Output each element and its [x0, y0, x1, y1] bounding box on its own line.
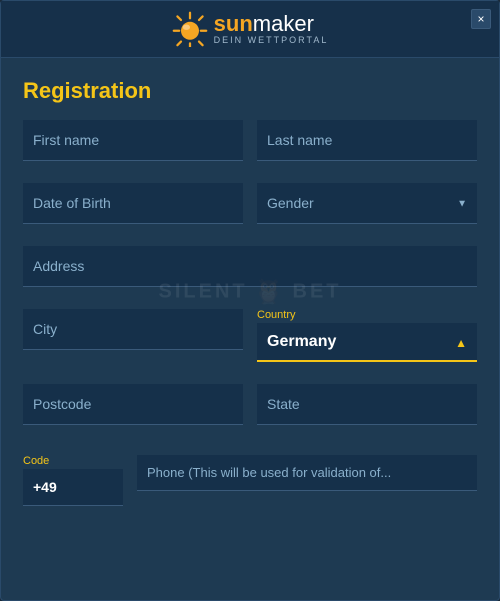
phone-row: Code +49	[23, 455, 477, 506]
modal-body: Registration Gender Male Female ▼	[1, 58, 499, 526]
modal-header: sunmaker DEIN WETTPORTAL ×	[1, 1, 499, 58]
page-title: Registration	[23, 78, 477, 104]
city-country-row: Country Germany France Austria Switzerla…	[23, 309, 477, 362]
country-label: Country	[257, 309, 477, 321]
country-select-wrapper: Germany France Austria Switzerland ▲	[257, 323, 477, 362]
country-select[interactable]: Germany France Austria Switzerland	[257, 323, 477, 362]
code-group: Code +49	[23, 455, 123, 506]
code-label: Code	[23, 455, 123, 467]
sun-icon	[172, 11, 208, 47]
brand-sun: sun	[214, 11, 253, 36]
close-button[interactable]: ×	[471, 9, 491, 29]
postcode-state-row	[23, 384, 477, 425]
name-row	[23, 120, 477, 161]
address-row	[23, 246, 477, 287]
gender-select[interactable]: Gender Male Female	[257, 183, 477, 224]
state-input[interactable]	[257, 384, 477, 425]
city-input[interactable]	[23, 309, 243, 350]
dob-gender-row: Gender Male Female ▼	[23, 183, 477, 224]
first-name-group	[23, 120, 243, 161]
last-name-group	[257, 120, 477, 161]
state-group	[257, 384, 477, 425]
dob-group	[23, 183, 243, 224]
gender-group: Gender Male Female ▼	[257, 183, 477, 224]
brand-text: sunmaker DEIN WETTPORTAL	[214, 13, 329, 45]
address-group	[23, 246, 477, 287]
phone-group	[137, 455, 477, 506]
code-value: +49	[23, 469, 123, 506]
postcode-group	[23, 384, 243, 425]
last-name-input[interactable]	[257, 120, 477, 161]
first-name-input[interactable]	[23, 120, 243, 161]
city-group	[23, 309, 243, 362]
phone-input[interactable]	[137, 455, 477, 491]
dob-input[interactable]	[23, 183, 243, 224]
brand-maker: maker	[253, 11, 314, 36]
address-input[interactable]	[23, 246, 477, 287]
registration-modal: sunmaker DEIN WETTPORTAL × Registration	[0, 0, 500, 601]
country-group: Country Germany France Austria Switzerla…	[257, 309, 477, 362]
logo: sunmaker DEIN WETTPORTAL	[172, 11, 329, 47]
brand-name: sunmaker	[214, 13, 314, 35]
brand-tagline: DEIN WETTPORTAL	[214, 35, 329, 45]
postcode-input[interactable]	[23, 384, 243, 425]
